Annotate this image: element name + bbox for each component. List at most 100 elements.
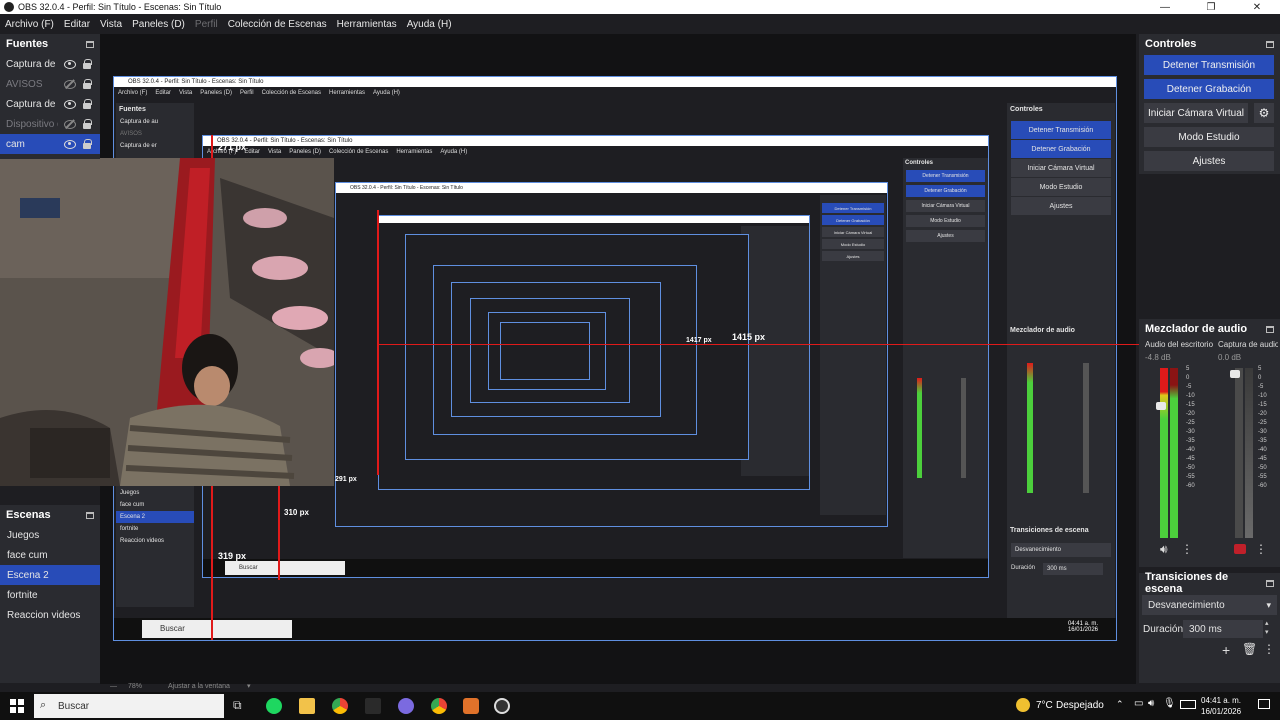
zoom-level: 78% [128,683,143,690]
source-item[interactable]: Captura de au [0,54,100,74]
chrome-profile-icon[interactable] [431,698,447,714]
lock-icon[interactable] [82,119,94,129]
zoom-minus-icon[interactable]: — [110,683,117,690]
undock-icon[interactable] [86,40,94,48]
menu-editar[interactable]: Editar [59,19,95,30]
undock-icon[interactable] [1266,579,1274,587]
menu-perfil[interactable]: Perfil [190,19,223,30]
sources-title: Fuentes [6,38,49,50]
menu-vista[interactable]: Vista [95,19,127,30]
virtual-camera-button[interactable]: Iniciar Cámara Virtual [1144,103,1248,123]
duration-spinner[interactable]: ▴ ▾ [1265,619,1269,637]
obs-taskbar-icon[interactable] [494,698,510,714]
lock-icon[interactable] [82,99,94,109]
nested-title: OBS 32.0.4 - Perfil: Sin Título - Escena… [114,77,1116,87]
eye-off-icon[interactable] [64,79,76,89]
maximize-button[interactable]: ❐ [1188,2,1234,13]
windows-start-icon[interactable] [10,699,24,713]
menu-archivo[interactable]: Archivo (F) [0,19,59,30]
fader-knob[interactable] [1156,402,1166,410]
kebab-menu-icon[interactable]: ⋮ [1263,642,1275,656]
chrome-icon[interactable] [332,698,348,714]
window-title: OBS 32.0.4 - Perfil: Sin Título - Escena… [18,2,222,12]
mixer-title: Mezclador de audio [1145,323,1248,335]
system-clock[interactable]: 04:41 a. m. 16/01/2026 [1201,695,1241,717]
taskbar-search[interactable]: ⌕ Buscar [34,694,224,718]
epic-games-icon[interactable] [365,698,381,714]
app-icon[interactable] [398,698,414,714]
scene-item[interactable]: face cum [0,545,100,565]
spotify-icon[interactable] [266,698,282,714]
gear-icon[interactable]: ⚙ [1254,103,1274,123]
eye-off-icon[interactable] [64,119,76,129]
speaker-icon[interactable]: 🔊︎ [1148,698,1154,709]
weather-temp: 7°C [1036,700,1053,711]
settings-button[interactable]: Ajustes [1144,151,1274,171]
mixer-channel-name: Captura de audio [1218,340,1278,349]
source-item[interactable]: Dispositivo de [0,114,100,134]
network-icon[interactable]: ▭ [1134,698,1143,709]
close-button[interactable]: ✕ [1234,2,1280,13]
duration-input[interactable]: 300 ms [1183,620,1263,638]
stop-record-button[interactable]: Detener Grabación [1144,79,1274,99]
cam-source-video[interactable] [0,158,334,486]
source-item[interactable]: Captura de er [0,94,100,114]
trash-icon[interactable]: 🗑︎ [1242,642,1257,656]
kebab-menu-icon[interactable]: ⋮ [1255,542,1267,556]
transition-select[interactable]: Desvanecimiento ▾ [1142,595,1277,615]
mixer-channel-db: -4.8 dB [1145,353,1171,362]
kebab-menu-icon[interactable]: ⋮ [1181,542,1193,556]
add-icon[interactable]: + [1222,642,1230,658]
chevron-up-icon[interactable]: ⌃ [1116,699,1124,710]
menu-paneles[interactable]: Paneles (D) [127,19,190,30]
menu-ayuda[interactable]: Ayuda (H) [402,19,457,30]
eye-icon[interactable] [64,139,76,149]
undock-icon[interactable] [86,511,94,519]
task-view-icon[interactable]: ⧉ [233,698,249,714]
app-icon[interactable] [463,698,479,714]
measure-label-5: 271 px [218,142,247,152]
undock-icon[interactable] [1266,40,1274,48]
nested-preview-10 [500,322,590,380]
scene-item-selected[interactable]: Escena 2 [0,565,100,585]
minimize-button[interactable]: — [1142,2,1188,13]
menu-coleccion-escenas[interactable]: Colección de Escenas [223,19,332,30]
measure-label-2: 1417 px [686,337,712,344]
measure-line-vertical-3 [377,210,379,475]
scene-item[interactable]: fortnite [0,585,100,605]
lock-icon[interactable] [82,139,94,149]
scene-item[interactable]: Juegos [0,525,100,545]
transitions-title: Transiciones de escena [1145,571,1229,595]
fader-knob[interactable] [1230,370,1240,378]
window-titlebar: OBS 32.0.4 - Perfil: Sin Título - Escena… [0,0,1280,14]
scene-item[interactable]: Reaccion videos [0,605,100,625]
muted-speaker-icon[interactable] [1234,544,1246,554]
nested-menu: Archivo (F) Editar Vista Paneles (D) Perfil C… [118,90,400,96]
studio-mode-button[interactable]: Modo Estudio [1144,127,1274,147]
source-item[interactable]: AVISOS [0,74,100,94]
notification-icon[interactable] [1258,699,1270,709]
mixer-channel-name: Audio del escritorio [1145,340,1213,349]
eye-icon[interactable] [64,99,76,109]
menu-herramientas[interactable]: Herramientas [332,19,402,30]
source-item-selected[interactable]: cam [0,134,100,154]
stop-stream-button[interactable]: Detener Transmisión [1144,55,1274,75]
fit-window-button[interactable]: Ajustar a la ventana [168,683,230,690]
mixer-channel-db: 0.0 dB [1218,353,1242,362]
speaker-icon[interactable]: 🔊︎ [1160,542,1168,557]
webcam-image [0,158,334,486]
lock-icon[interactable] [82,59,94,69]
eye-icon[interactable] [64,59,76,69]
measure-label-6: 291 px [335,476,357,483]
microphone-icon[interactable]: 🎙︎ [1163,698,1176,709]
weather-text: Despejado [1056,700,1104,711]
keyboard-icon[interactable] [1180,700,1196,709]
lock-icon[interactable] [82,79,94,89]
measure-line-vertical-2 [278,480,280,580]
volume-fader[interactable] [1159,366,1163,538]
measure-label-3: 319 px [218,551,247,561]
undock-icon[interactable] [1266,325,1274,333]
file-explorer-icon[interactable] [299,698,315,714]
obs-logo-icon [4,2,14,12]
chevron-down-icon[interactable]: ▾ [247,682,251,690]
